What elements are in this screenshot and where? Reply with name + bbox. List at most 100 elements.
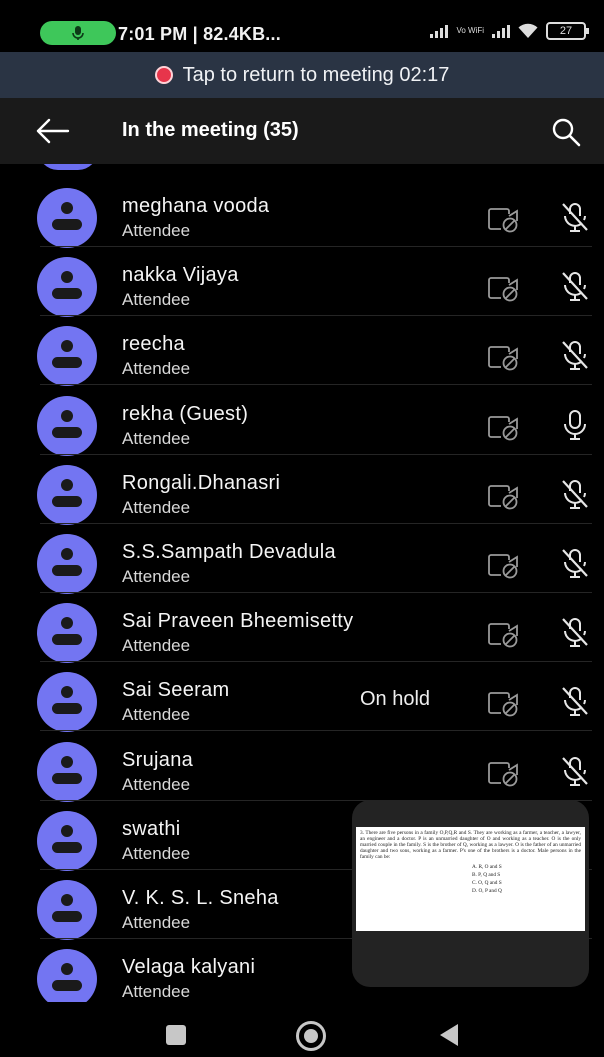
avatar	[37, 257, 97, 318]
participant-name: Srujana	[122, 748, 194, 771]
shared-document: 3. There are five persons in a family O,…	[356, 827, 585, 931]
person-avatar-icon	[52, 202, 82, 230]
microphone-icon	[72, 26, 84, 40]
avatar	[37, 949, 97, 1002]
person-avatar-icon	[52, 686, 82, 715]
shared-content-preview[interactable]: 3. There are five persons in a family O,…	[352, 800, 589, 987]
participant-row[interactable]: Srujana Attendee	[0, 732, 604, 802]
participant-role: Attendee	[122, 843, 191, 863]
camera-off-icon	[488, 484, 518, 510]
mic-muted-icon	[562, 203, 588, 232]
person-avatar-icon	[52, 755, 82, 784]
camera-off-icon	[488, 623, 518, 648]
return-banner-text: Tap to return to meeting 02:17	[182, 63, 450, 86]
avatar	[37, 395, 97, 456]
vowifi-label: Vo WiFi	[456, 26, 484, 35]
camera-off-icon	[488, 554, 518, 579]
participant-row[interactable]: nakka Vijaya Attendee	[0, 247, 604, 318]
mic-muted-icon	[562, 618, 588, 648]
camera-off-icon	[488, 346, 518, 371]
person-avatar-icon	[52, 963, 82, 992]
wifi-icon	[518, 23, 538, 38]
option: A. R, O and S	[472, 864, 502, 870]
person-avatar-icon	[52, 824, 82, 853]
person-avatar-icon	[52, 271, 82, 300]
participants-header: In the meeting (35)	[0, 98, 604, 164]
participant-name: reecha	[122, 333, 185, 356]
person-avatar-icon	[52, 617, 82, 646]
camera-off-icon	[488, 208, 518, 233]
participant-name: Rongali.Dhanasri	[122, 471, 281, 494]
participant-row[interactable]: Rongali.Dhanasri Attendee	[0, 455, 604, 525]
options-list: A. R, O and S B. P, Q and S C. O, Q and …	[360, 863, 581, 895]
search-icon[interactable]	[550, 116, 582, 148]
avatar	[37, 741, 97, 802]
avatar	[37, 672, 97, 733]
recording-dot-icon	[154, 66, 173, 84]
participant-name: V. K. S. L. Sneha	[122, 887, 279, 909]
battery-level: 27	[559, 25, 573, 37]
avatar	[37, 326, 97, 387]
participant-name: meghana vooda	[122, 195, 270, 217]
participant-name: Sai Praveen Bheemisetty	[122, 610, 354, 633]
participant-row[interactable]: S.S.Sampath Devadula Attendee	[0, 524, 604, 594]
person-avatar-icon	[52, 478, 82, 507]
participant-role: Attendee	[122, 428, 191, 448]
participant-role: Attendee	[122, 290, 191, 310]
page-title: In the meeting (35)	[122, 119, 299, 141]
participant-name: S.S.Sampath Devadula	[122, 541, 336, 563]
participant-name: Sai Seeram	[122, 679, 230, 702]
camera-off-icon	[488, 692, 518, 717]
mic-muted-icon	[562, 549, 588, 578]
participant-role: Attendee	[122, 359, 191, 379]
participant-row[interactable]: reecha Attendee	[0, 316, 604, 387]
participant-row[interactable]: rekha (Guest) Attendee	[0, 386, 604, 456]
signal-icon	[430, 24, 449, 38]
participant-row[interactable]: Sai Praveen Bheemisetty Attendee	[0, 593, 604, 664]
recents-button[interactable]	[166, 1025, 186, 1045]
mic-muted-icon	[562, 756, 588, 786]
avatar	[37, 880, 97, 940]
status-icons: Vo WiFi 27	[430, 22, 589, 40]
participant-role: Attendee	[122, 567, 191, 586]
mic-muted-icon	[562, 479, 588, 509]
participant-row[interactable]: meghana vooda Attendee	[0, 178, 604, 248]
participant-row[interactable]: Sai Seeram Attendee On hold	[0, 662, 604, 733]
participant-name: swathi	[122, 817, 181, 840]
participant-role: Attendee	[122, 982, 191, 1002]
mic-active-indicator[interactable]	[40, 21, 116, 45]
mic-muted-icon	[562, 341, 588, 371]
option: D. O, P and Q	[472, 888, 502, 894]
person-avatar-icon	[52, 409, 82, 438]
participant-role: Attendee	[122, 705, 191, 725]
avatar	[37, 534, 97, 594]
home-button[interactable]	[296, 1021, 326, 1051]
option: B. P, Q and S	[472, 872, 501, 878]
participant-role: Attendee	[122, 913, 191, 932]
question-text: 3. There are five persons in a family O,…	[360, 830, 581, 860]
avatar	[37, 188, 97, 248]
avatar	[37, 603, 97, 664]
back-arrow-icon[interactable]	[34, 116, 70, 146]
person-avatar-icon	[52, 894, 82, 922]
battery-icon: 27	[546, 22, 589, 40]
camera-off-icon	[488, 761, 518, 786]
on-hold-label: On hold	[360, 688, 431, 711]
person-avatar-icon	[52, 340, 82, 369]
participant-name: rekha (Guest)	[122, 402, 249, 425]
back-button[interactable]	[440, 1024, 458, 1046]
avatar	[37, 810, 97, 871]
status-bar: 7:01 PM | 82.4KB... Vo WiFi 27	[0, 0, 604, 52]
participant-name: Velaga kalyani	[122, 956, 256, 979]
participant-role: Attendee	[122, 221, 191, 240]
participant-role: Attendee	[122, 774, 191, 794]
status-time-data: 7:01 PM | 82.4KB...	[118, 24, 281, 44]
mic-on-icon	[564, 409, 586, 440]
participant-role: Attendee	[122, 497, 191, 517]
signal-icon	[492, 24, 510, 38]
mic-muted-icon	[562, 687, 588, 717]
return-to-meeting-banner[interactable]: Tap to return to meeting 02:17	[0, 52, 604, 98]
participant-name: nakka Vijaya	[122, 264, 239, 287]
participant-role: Attendee	[122, 636, 191, 656]
option: C. O, Q and S	[472, 880, 502, 886]
